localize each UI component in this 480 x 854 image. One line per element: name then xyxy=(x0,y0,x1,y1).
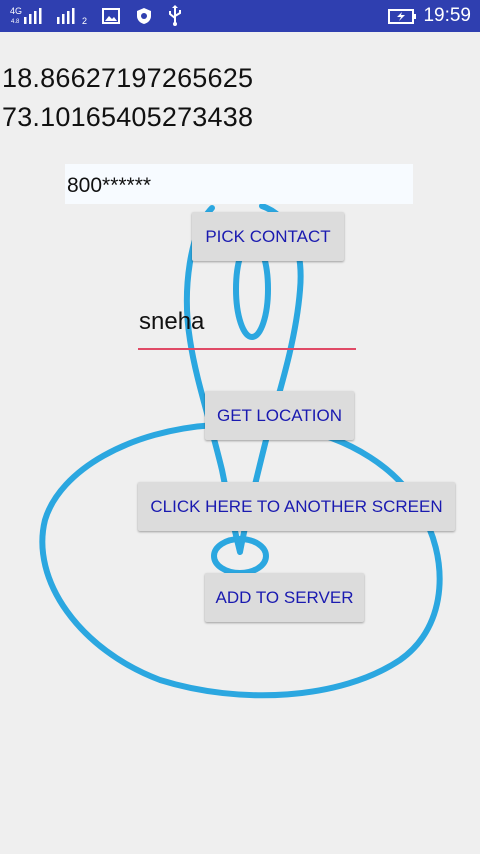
sim2-signal: 2 xyxy=(56,0,87,32)
name-input[interactable]: sneha xyxy=(138,306,356,350)
signal-bars-icon: 4G 4.8 xyxy=(10,6,42,25)
network-indicator: 4G 4.8 xyxy=(10,0,56,32)
image-icon xyxy=(101,0,121,32)
latitude-text: 18.86627197265625 xyxy=(2,63,254,93)
status-time: 19:59 xyxy=(423,5,471,26)
phone-number-field[interactable]: 800****** xyxy=(65,164,413,204)
battery-charging-icon xyxy=(388,0,418,32)
shield-icon xyxy=(134,0,154,32)
status-bar: 4G 4.8 2 19:59 xyxy=(0,0,480,32)
pick-contact-button[interactable]: PICK CONTACT xyxy=(192,212,344,261)
longitude-text: 73.10165405273438 xyxy=(2,102,254,132)
usb-icon xyxy=(166,0,184,32)
sim-index: 2 xyxy=(82,16,88,26)
add-to-server-button[interactable]: ADD TO SERVER xyxy=(205,573,364,622)
another-screen-button[interactable]: CLICK HERE TO ANOTHER SCREEN xyxy=(138,482,455,531)
get-location-button[interactable]: GET LOCATION xyxy=(205,391,354,440)
svg-text:4.8: 4.8 xyxy=(11,19,20,25)
svg-text:4G: 4G xyxy=(10,6,22,16)
